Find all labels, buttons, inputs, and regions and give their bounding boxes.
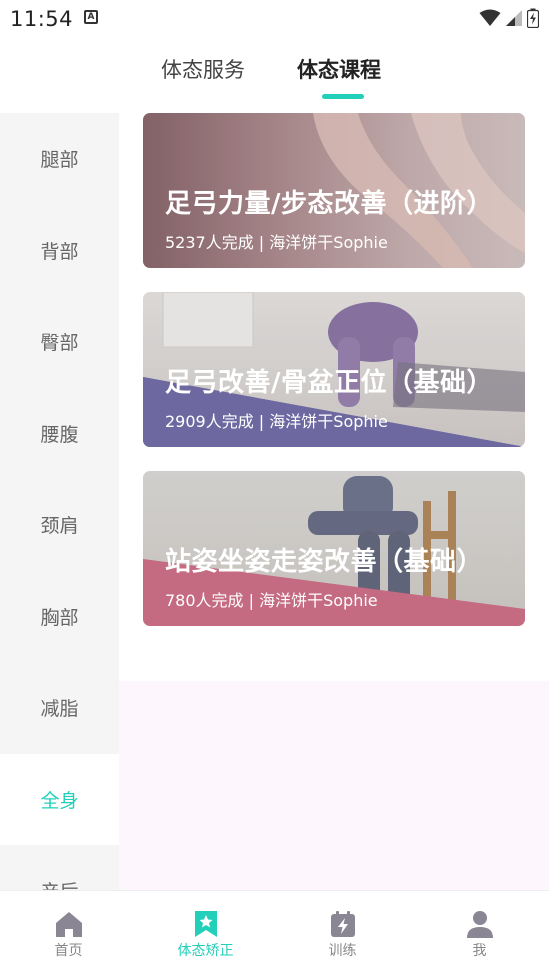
notification-icon: A <box>84 10 98 24</box>
empty-area <box>119 681 549 890</box>
nav-me[interactable]: 我 <box>411 891 548 977</box>
tab-posture-courses[interactable]: 体态课程 <box>297 54 381 84</box>
nav-label: 训练 <box>328 943 357 959</box>
sidebar-item-full-body[interactable]: 全身 <box>0 753 119 845</box>
star-bookmark-icon <box>194 911 217 937</box>
sidebar-item-postpartum[interactable]: 产后 <box>0 845 119 890</box>
nav-label: 体态矫正 <box>177 943 234 959</box>
status-bar: 11:54 A <box>0 0 549 38</box>
signal-icon <box>506 10 522 26</box>
sidebar-item-neck-shoulder[interactable]: 颈肩 <box>0 479 119 571</box>
nav-training[interactable]: 训练 <box>274 891 411 977</box>
active-tab-indicator <box>322 94 364 99</box>
home-icon <box>55 912 82 937</box>
tab-posture-service[interactable]: 体态服务 <box>161 54 245 84</box>
course-title: 足弓力量/步态改善（进阶） <box>165 189 493 219</box>
top-tabs: 体态服务 体态课程 <box>0 40 549 112</box>
course-card[interactable]: 足弓改善/骨盆正位（基础） 2909人完成 | 海洋饼干Sophie <box>143 292 525 447</box>
course-title: 站姿坐姿走姿改善（基础） <box>165 547 484 577</box>
person-icon <box>466 911 493 938</box>
course-stats: 780人完成 | 海洋饼干Sophie <box>165 591 378 610</box>
course-stats: 2909人完成 | 海洋饼干Sophie <box>165 412 388 431</box>
status-time: 11:54 <box>10 7 74 31</box>
status-icons <box>479 8 539 28</box>
battery-icon <box>527 8 539 28</box>
nav-label: 首页 <box>54 943 83 959</box>
sidebar-item-back[interactable]: 背部 <box>0 205 119 297</box>
bottom-navigation: 首页 体态矫正 训练 我 <box>0 890 549 977</box>
sidebar-item-waist[interactable]: 腰腹 <box>0 388 119 480</box>
sidebar-item-fat-loss[interactable]: 减脂 <box>0 662 119 754</box>
sidebar-item-chest[interactable]: 胸部 <box>0 571 119 663</box>
nav-home[interactable]: 首页 <box>0 891 137 977</box>
category-sidebar[interactable]: 腿部 背部 臀部 腰腹 颈肩 胸部 减脂 全身 产后 <box>0 113 119 890</box>
nav-label: 我 <box>472 943 487 959</box>
course-stats: 5237人完成 | 海洋饼干Sophie <box>165 233 388 252</box>
wifi-icon <box>479 9 501 26</box>
sidebar-item-legs[interactable]: 腿部 <box>0 113 119 205</box>
lightning-icon <box>330 911 355 937</box>
sidebar-item-glutes[interactable]: 臀部 <box>0 296 119 388</box>
nav-posture-correction[interactable]: 体态矫正 <box>137 891 274 977</box>
course-card[interactable]: 站姿坐姿走姿改善（基础） 780人完成 | 海洋饼干Sophie <box>143 471 525 626</box>
course-card[interactable]: 足弓力量/步态改善（进阶） 5237人完成 | 海洋饼干Sophie <box>143 113 525 268</box>
course-list: 足弓力量/步态改善（进阶） 5237人完成 | 海洋饼干Sophie 足弓改善/… <box>119 113 549 890</box>
course-title: 足弓改善/骨盆正位（基础） <box>165 368 493 398</box>
